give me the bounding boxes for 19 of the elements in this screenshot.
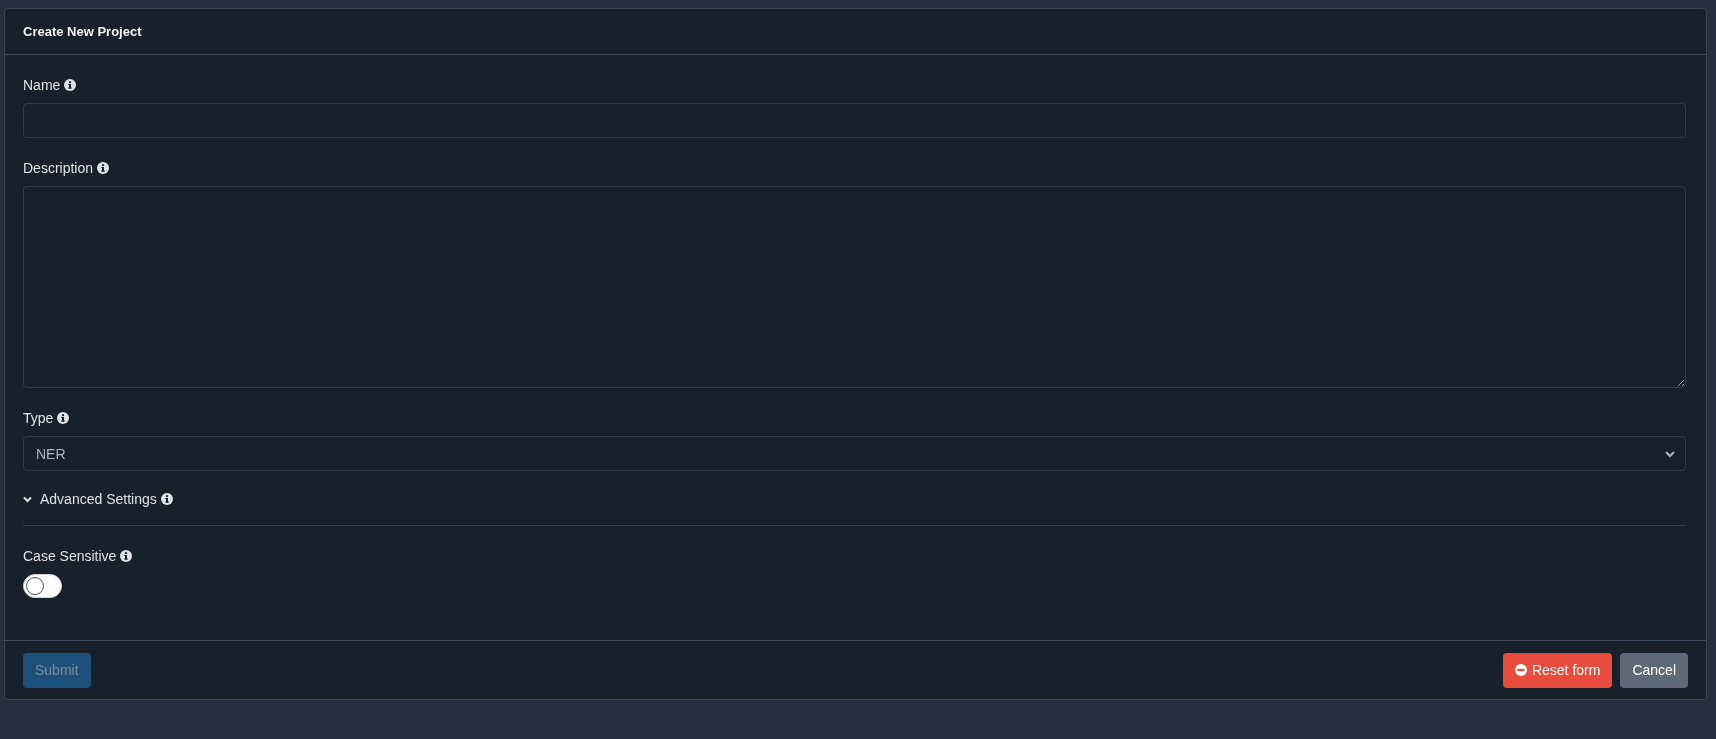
minus-circle-icon	[1514, 664, 1527, 676]
field-label: Case Sensitive	[23, 548, 117, 564]
info-icon	[57, 412, 70, 424]
field-label: Description	[23, 160, 94, 176]
dialog-title: Create New Project	[23, 24, 142, 39]
cancel-button[interactable]: Cancel	[1620, 652, 1688, 688]
info-icon	[97, 162, 110, 174]
info-icon	[120, 550, 133, 562]
reset-button[interactable]: Reset form	[1502, 652, 1613, 688]
chevron-down-icon	[1665, 449, 1675, 458]
toggle-switch[interactable]	[23, 574, 62, 598]
field-label: Type	[23, 410, 54, 426]
field-label: Name	[23, 77, 61, 93]
info-icon	[160, 493, 173, 505]
name-field[interactable]	[23, 103, 1686, 138]
type-dropdown[interactable]: NER	[23, 436, 1686, 471]
info-icon	[64, 79, 77, 91]
description-field[interactable]	[23, 186, 1686, 388]
advanced-settings-toggle[interactable]: Advanced Settings	[40, 491, 157, 507]
